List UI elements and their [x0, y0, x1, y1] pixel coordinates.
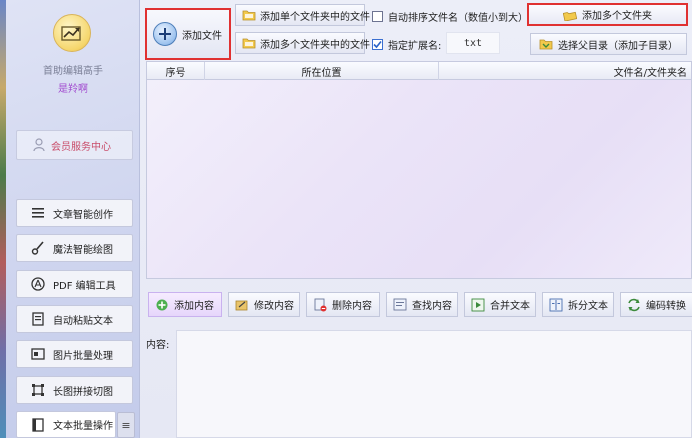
modify-content-button[interactable]: 修改内容 [228, 292, 300, 317]
auto-sort-checkbox[interactable]: 自动排序文件名（数值小到大） [372, 9, 528, 24]
folder-icon [242, 9, 256, 21]
split-text-label: 拆分文本 [568, 301, 608, 312]
convert-icon [627, 298, 641, 312]
add-single-folder-files-label: 添加单个文件夹中的文件 [260, 11, 370, 23]
ext-label: 指定扩展名: [388, 41, 442, 52]
folder-icon [242, 37, 256, 49]
add-content-label: 添加内容 [174, 301, 214, 312]
extension-input[interactable]: txt [446, 32, 500, 54]
sidebar-item-long-image[interactable]: 长图拼接切图 [16, 376, 133, 404]
split-icon [549, 298, 563, 312]
list-icon [31, 206, 45, 220]
add-multi-folder-files-button[interactable]: 添加多个文件夹中的文件 [235, 32, 370, 54]
auto-sort-label: 自动排序文件名（数值小到大） [388, 13, 528, 24]
add-file-button[interactable]: 添加文件 [145, 8, 231, 60]
user-icon [33, 138, 45, 152]
sidebar-item-text-batch[interactable]: 文本批量操作 [16, 411, 116, 438]
panel-icon [31, 417, 45, 432]
check-icon[interactable] [372, 39, 383, 50]
find-doc-icon [393, 298, 407, 312]
sidebar-item-label: PDF 编辑工具 [53, 280, 116, 292]
encode-convert-button[interactable]: 编码转换 [620, 292, 692, 317]
trend-chart-icon [61, 26, 81, 41]
add-single-folder-files-button[interactable]: 添加单个文件夹中的文件 [235, 4, 370, 26]
brush-icon [31, 241, 45, 255]
crop-icon [31, 383, 45, 397]
table-header: 序号 所在位置 文件名/文件夹名 [147, 62, 691, 80]
pdf-icon [31, 277, 45, 291]
sidebar-item-pdf-tools[interactable]: PDF 编辑工具 [16, 270, 133, 298]
sidebar-item-label: 图片批量处理 [53, 350, 113, 362]
encode-convert-label: 编码转换 [646, 301, 686, 312]
sidebar-more-button[interactable]: ≡ [117, 412, 135, 438]
edit-icon [235, 298, 249, 312]
sidebar-item-label: 文本批量操作 [53, 421, 113, 432]
delete-content-button[interactable]: 删除内容 [306, 292, 380, 317]
column-header-location[interactable]: 所在位置 [205, 62, 439, 80]
content-label: 内容: [146, 340, 170, 351]
action-bar: 添加内容 修改内容 删除内容 查找内容 合并文本 拆分文本 编码转换 [146, 290, 692, 320]
sidebar-item-label: 文章智能创作 [53, 209, 113, 221]
sidebar-item-article-creation[interactable]: 文章智能创作 [16, 199, 133, 227]
split-text-button[interactable]: 拆分文本 [542, 292, 614, 317]
sidebar-item-label: 长图拼接切图 [53, 386, 113, 398]
select-parent-dir-button[interactable]: 选择父目录（添加子目录） [530, 33, 687, 55]
add-file-label: 添加文件 [182, 30, 222, 42]
main-panel: 添加文件 添加单个文件夹中的文件 添加多个文件夹中的文件 自动排序文件名（数值小… [140, 0, 692, 438]
add-multi-folder-files-label: 添加多个文件夹中的文件 [260, 39, 370, 51]
modify-content-label: 修改内容 [254, 301, 294, 312]
app-logo [53, 14, 91, 52]
sidebar: 首助编辑高手 是羚啊 会员服务中心 文章智能创作 魔法智能绘图 PDF 编辑工具… [6, 0, 140, 438]
user-name: 是羚啊 [58, 84, 88, 95]
sidebar-item-label: 魔法智能绘图 [53, 244, 113, 256]
column-header-filename[interactable]: 文件名/文件夹名 [439, 62, 692, 80]
merge-text-button[interactable]: 合并文本 [464, 292, 536, 317]
sidebar-item-label: 自动粘贴文本 [53, 315, 113, 327]
checkbox-box[interactable] [372, 11, 383, 22]
add-multi-folders-button[interactable]: 添加多个文件夹 [527, 3, 688, 26]
add-multi-folders-label: 添加多个文件夹 [582, 11, 652, 22]
find-content-label: 查找内容 [412, 301, 452, 312]
ext-checkbox[interactable]: 指定扩展名: [372, 37, 441, 52]
folder-icon [563, 9, 577, 21]
add-circle-icon [155, 298, 169, 312]
delete-doc-icon [313, 298, 327, 312]
folder-tree-icon [539, 38, 553, 50]
merge-icon [471, 298, 485, 312]
select-parent-dir-label: 选择父目录（添加子目录） [558, 40, 678, 52]
app-name: 首助编辑高手 [43, 66, 103, 77]
add-content-button[interactable]: 添加内容 [148, 292, 222, 317]
member-center-button[interactable]: 会员服务中心 [16, 130, 133, 160]
merge-text-label: 合并文本 [490, 301, 530, 312]
sidebar-item-magic-drawing[interactable]: 魔法智能绘图 [16, 234, 133, 262]
member-center-label: 会员服务中心 [51, 141, 111, 153]
sidebar-item-auto-paste[interactable]: 自动粘贴文本 [16, 305, 133, 333]
delete-content-label: 删除内容 [332, 301, 372, 312]
document-icon [31, 312, 45, 326]
column-header-index[interactable]: 序号 [147, 62, 205, 80]
content-textarea[interactable] [176, 330, 692, 438]
file-table[interactable]: 序号 所在位置 文件名/文件夹名 [146, 61, 692, 279]
image-icon [31, 347, 45, 361]
find-content-button[interactable]: 查找内容 [386, 292, 458, 317]
plus-icon [153, 22, 177, 46]
sidebar-item-image-batch[interactable]: 图片批量处理 [16, 340, 133, 368]
